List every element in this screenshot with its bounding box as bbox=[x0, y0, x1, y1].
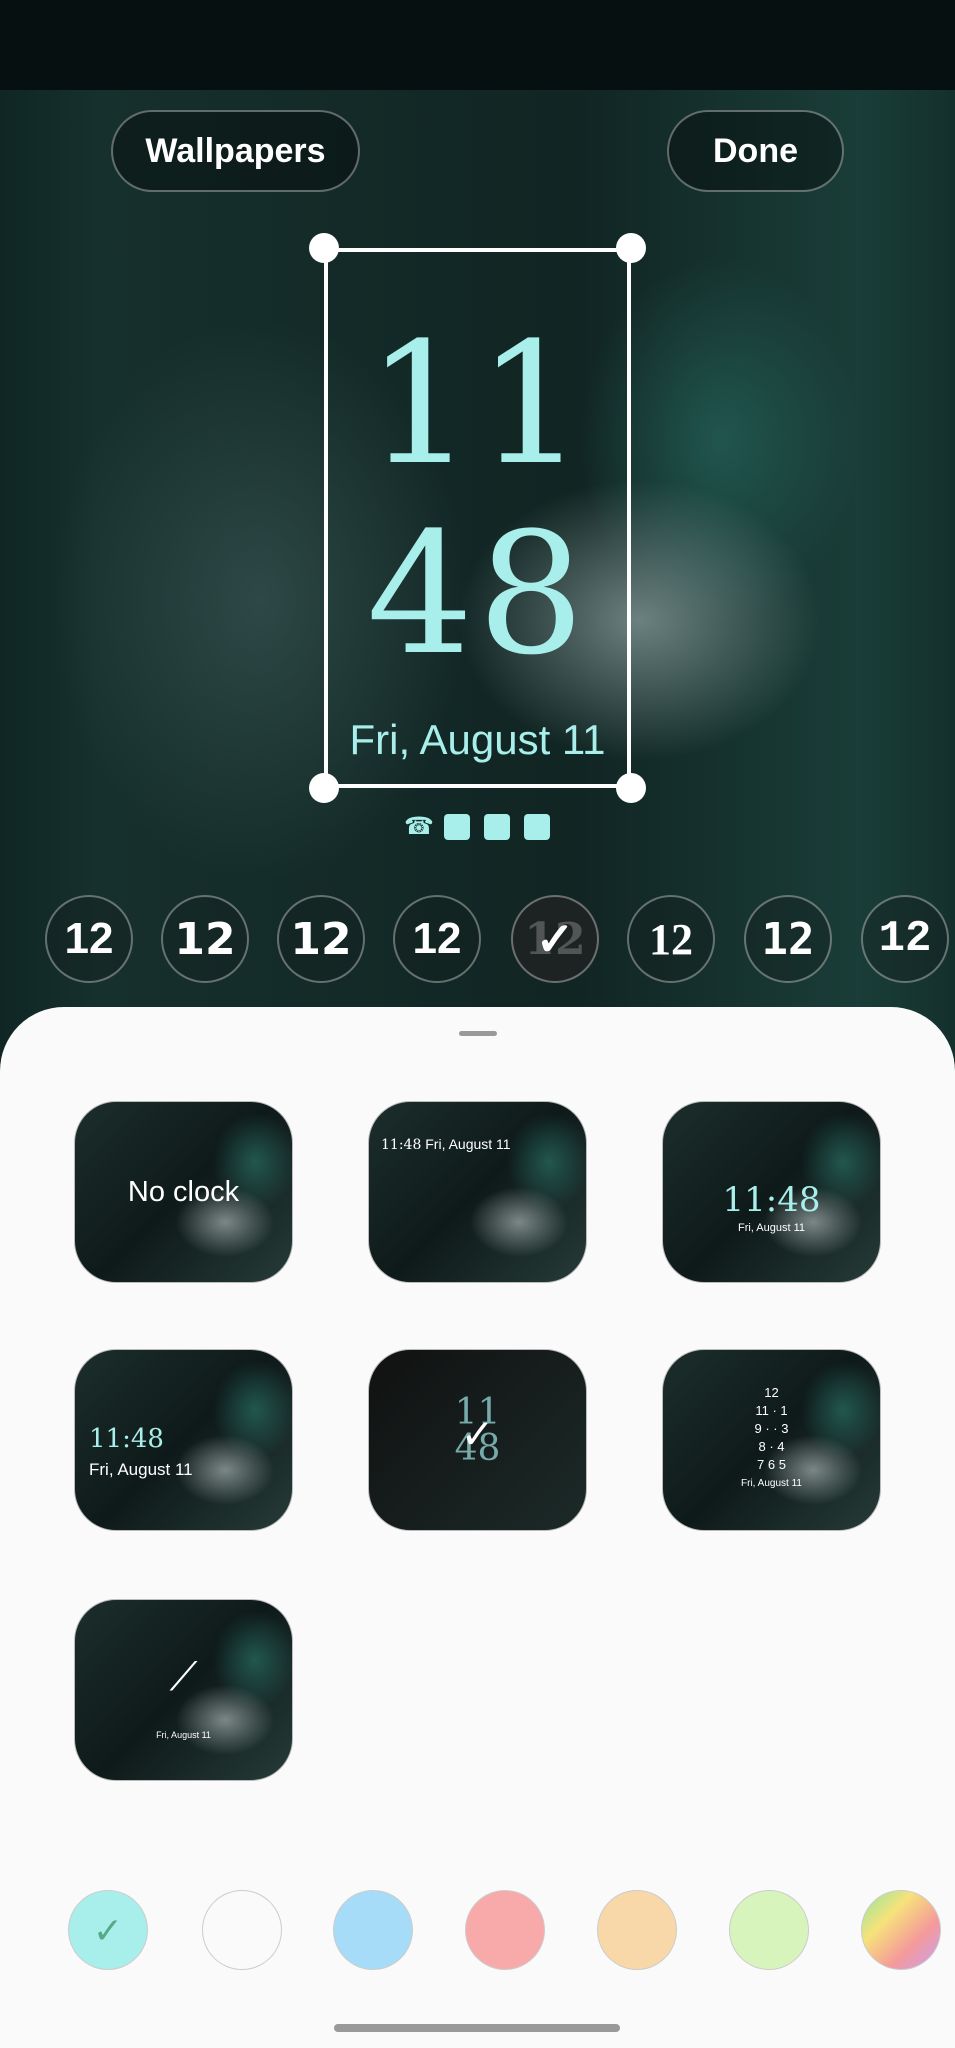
home-indicator[interactable] bbox=[334, 2024, 620, 2032]
clock-style-option[interactable]: 12 bbox=[861, 895, 949, 983]
check-icon: ✓ bbox=[460, 1413, 495, 1457]
layout-inline[interactable]: 11:48 Fri, August 11 bbox=[368, 1101, 587, 1283]
resize-handle[interactable] bbox=[309, 773, 339, 803]
layout-time: 11:48 bbox=[381, 1137, 422, 1153]
layout-no-clock[interactable]: No clock bbox=[74, 1101, 293, 1283]
clock-style-option[interactable]: 12 bbox=[45, 895, 133, 983]
layout-date: Fri, August 11 bbox=[156, 1730, 211, 1740]
layout-analog[interactable]: 1211 · 19 · · 38 · 47 6 5Fri, August 112… bbox=[662, 1349, 881, 1531]
clock-hands-icon: ⟋ bbox=[169, 1655, 198, 1699]
layout-date: Fri, August 11 bbox=[89, 1460, 193, 1479]
check-icon: ✓ bbox=[92, 1910, 124, 1951]
color-swatch[interactable] bbox=[333, 1890, 413, 1970]
check-icon: ✓ bbox=[535, 912, 575, 966]
resize-handle[interactable] bbox=[616, 233, 646, 263]
clock-minute: 48 bbox=[366, 496, 589, 692]
sheet-drag-handle[interactable] bbox=[459, 1031, 497, 1036]
color-swatch[interactable] bbox=[861, 1890, 941, 1970]
color-swatch[interactable] bbox=[465, 1890, 545, 1970]
notification-icons: ☎ bbox=[404, 814, 550, 840]
layout-stacked-selected[interactable]: 11 48 ✓ bbox=[368, 1349, 587, 1531]
clock-style-option[interactable]: 12 bbox=[393, 895, 481, 983]
clock-style-option[interactable]: 12 ✓ bbox=[511, 895, 599, 983]
color-swatch[interactable] bbox=[202, 1890, 282, 1970]
missed-call-icon: ☎ bbox=[404, 813, 434, 840]
layout-time: 11:48 bbox=[722, 1180, 821, 1220]
color-swatch[interactable] bbox=[729, 1890, 809, 1970]
color-swatch[interactable]: ✓ bbox=[68, 1890, 148, 1970]
resize-handle[interactable] bbox=[309, 233, 339, 263]
layout-label: No clock bbox=[127, 1176, 240, 1208]
clock-style-option[interactable]: 12 bbox=[277, 895, 365, 983]
clock-style-option[interactable]: 12 bbox=[744, 895, 832, 983]
layout-date: Fri, August 11 bbox=[425, 1136, 511, 1152]
clock-style-option[interactable]: 12 bbox=[627, 895, 715, 983]
resize-handle[interactable] bbox=[616, 773, 646, 803]
layout-date: Fri, August 11 bbox=[741, 1478, 802, 1489]
lock-icon bbox=[524, 814, 550, 840]
message-icon bbox=[444, 814, 470, 840]
email-icon bbox=[484, 814, 510, 840]
wallpapers-button[interactable]: Wallpapers bbox=[111, 110, 360, 192]
layout-date: Fri, August 11 bbox=[737, 1222, 806, 1234]
lock-date: Fri, August 11 bbox=[349, 716, 606, 763]
layout-time: 11:48 bbox=[89, 1424, 164, 1454]
clock-hour: 11 bbox=[366, 306, 589, 502]
layout-left[interactable]: 11:48 Fri, August 11 bbox=[74, 1349, 293, 1531]
layout-analog-minimal[interactable]: ⟋ Fri, August 11 bbox=[74, 1599, 293, 1781]
layout-center[interactable]: 11:48 Fri, August 11 bbox=[662, 1101, 881, 1283]
clock-style-option[interactable]: 12 bbox=[161, 895, 249, 983]
done-button[interactable]: Done bbox=[667, 110, 844, 192]
analog-clock: 12 11 · 19 · · 38 · 47 6 5 bbox=[754, 1385, 789, 1472]
color-swatch[interactable] bbox=[597, 1890, 677, 1970]
